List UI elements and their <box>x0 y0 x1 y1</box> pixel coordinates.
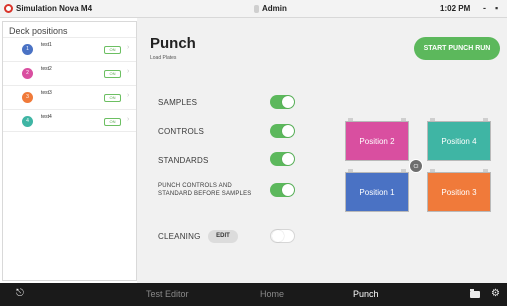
cleaning-label: CLEANING <box>158 232 201 241</box>
deck-item-4[interactable]: 4 test4 ON › <box>3 109 136 132</box>
toggle-knob <box>272 230 284 242</box>
bottom-navigation: ⎋ Test Editor Home Punch ⚙ <box>0 283 507 306</box>
position-2-plate[interactable]: Position 2 <box>345 118 409 161</box>
nav-punch[interactable]: Punch <box>353 289 379 299</box>
standards-toggle[interactable] <box>270 152 295 166</box>
chevron-right-icon: › <box>127 68 130 75</box>
deck-item-1[interactable]: 1 test1 ON › <box>3 37 136 60</box>
deck-status-toggle[interactable]: ON <box>104 118 121 126</box>
user-icon <box>254 4 259 13</box>
nav-home[interactable]: Home <box>260 289 284 299</box>
deck-item-name: test4 <box>41 114 52 120</box>
toggle-knob <box>282 153 294 165</box>
position-4-plate[interactable]: Position 4 <box>427 118 491 161</box>
deck-item-name: test1 <box>41 42 52 48</box>
controls-toggle[interactable] <box>270 124 295 138</box>
logout-icon[interactable]: ⎋ <box>16 288 24 299</box>
chevron-right-icon: › <box>127 92 130 99</box>
gear-icon[interactable]: ⚙ <box>491 288 500 299</box>
punch-before-samples-toggle[interactable] <box>270 183 295 197</box>
app-logo-icon <box>4 4 13 13</box>
user-name: Admin <box>262 4 287 13</box>
deck-item-name: test3 <box>41 90 52 96</box>
chevron-right-icon: › <box>127 116 130 123</box>
toggle-knob <box>282 184 294 196</box>
nav-test-editor[interactable]: Test Editor <box>146 289 189 299</box>
deck-number-badge: 2 <box>22 68 33 79</box>
toggle-knob <box>282 96 294 108</box>
samples-label: SAMPLES <box>158 98 198 107</box>
title-bar: Simulation Nova M4 Admin 1:02 PM - ▪ <box>0 0 507 18</box>
deck-status-toggle[interactable]: ON <box>104 46 121 54</box>
restore-button[interactable]: ▪ <box>495 3 498 13</box>
folder-icon[interactable] <box>470 289 480 298</box>
minimize-button[interactable]: - <box>483 3 486 13</box>
deck-number-badge: 3 <box>22 92 33 103</box>
clock: 1:02 PM <box>440 4 471 13</box>
cleaning-toggle[interactable] <box>270 229 295 243</box>
controls-label: CONTROLS <box>158 127 205 136</box>
page-title: Punch <box>150 35 196 52</box>
deck-item-name: test2 <box>41 66 52 72</box>
deck-status-toggle[interactable]: ON <box>104 94 121 102</box>
deck-item-3[interactable]: 3 test3 ON › <box>3 85 136 108</box>
current-user[interactable]: Admin <box>254 4 287 13</box>
chevron-right-icon: › <box>127 44 130 51</box>
position-3-plate[interactable]: Position 3 <box>427 169 491 212</box>
deck-positions-title: Deck positions <box>9 26 68 36</box>
deck-number-badge: 1 <box>22 44 33 55</box>
deck-positions-panel: Deck positions 1 test1 ON › 2 test2 ON ›… <box>2 21 137 281</box>
app-name: Simulation Nova M4 <box>16 4 93 13</box>
start-punch-run-button[interactable]: START PUNCH RUN <box>414 37 500 60</box>
samples-toggle[interactable] <box>270 95 295 109</box>
toggle-knob <box>282 125 294 137</box>
punch-before-samples-label: PUNCH CONTROLS AND STANDARD BEFORE SAMPL… <box>158 183 252 197</box>
cleaning-edit-button[interactable]: EDIT <box>208 230 238 243</box>
app-title: Simulation Nova M4 <box>4 4 92 13</box>
deck-status-toggle[interactable]: ON <box>104 70 121 78</box>
deck-number-badge: 4 <box>22 116 33 127</box>
deck-item-2[interactable]: 2 test2 ON › <box>3 61 136 84</box>
punch-panel: Punch Load Plates START PUNCH RUN SAMPLE… <box>137 18 507 283</box>
standards-label: STANDARDS <box>158 156 209 165</box>
position-1-plate[interactable]: Position 1 <box>345 169 409 212</box>
ci-badge: CI <box>409 159 423 173</box>
page-subtitle: Load Plates <box>150 55 177 61</box>
